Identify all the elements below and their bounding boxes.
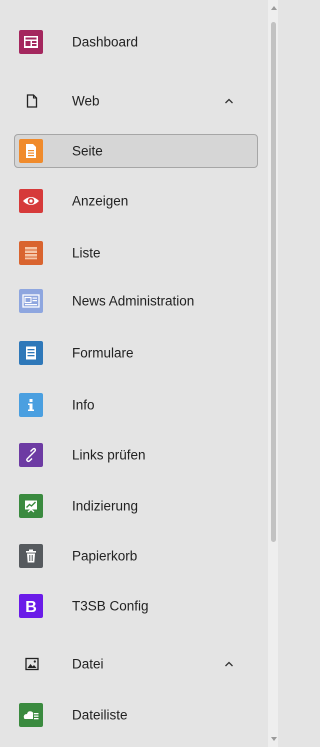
menu-item-news[interactable]: News Administration — [14, 284, 258, 318]
menu-item-label: Liste — [72, 245, 101, 261]
bootstrap-icon: B — [19, 594, 43, 618]
menu-item-seite[interactable]: Seite — [14, 134, 258, 168]
svg-text:B: B — [25, 599, 37, 615]
link-icon — [19, 443, 43, 467]
list-icon — [19, 241, 43, 265]
chart-icon — [19, 494, 43, 518]
chevron-up-icon[interactable] — [222, 657, 236, 671]
menu-item-label: Info — [72, 397, 95, 413]
scroll-down-arrow-icon[interactable] — [271, 737, 277, 741]
page-outline-icon — [26, 94, 38, 108]
menu-item-info[interactable]: Info — [14, 388, 258, 422]
menu-item-label: T3SB Config — [72, 598, 149, 614]
eye-icon — [19, 189, 43, 213]
menu-item-dateiliste[interactable]: Dateiliste — [14, 698, 258, 732]
menu-item-label: Formulare — [72, 345, 134, 361]
cloud-files-icon — [19, 703, 43, 727]
news-icon — [19, 289, 43, 313]
chevron-up-icon[interactable] — [222, 94, 236, 108]
image-icon — [25, 657, 39, 671]
menu-group-datei[interactable]: Datei — [14, 647, 258, 681]
menu-item-papierkorb[interactable]: Papierkorb — [14, 539, 258, 573]
menu-group-label: Web — [72, 93, 100, 109]
page-icon — [19, 139, 43, 163]
trash-icon — [19, 544, 43, 568]
menu-item-liste[interactable]: Liste — [14, 236, 258, 270]
menu-item-label: Seite — [72, 143, 103, 159]
menu-item-label: Anzeigen — [72, 193, 129, 209]
menu-group-label: Datei — [72, 656, 104, 672]
menu-item-anzeigen[interactable]: Anzeigen — [14, 184, 258, 218]
menu-item-label: Dateiliste — [72, 707, 128, 723]
scrollbar-thumb[interactable] — [271, 22, 276, 542]
menu-item-label: Papierkorb — [72, 548, 138, 564]
menu-item-label: News Administration — [72, 293, 195, 309]
form-icon — [19, 341, 43, 365]
menu-group-web[interactable]: Web — [14, 84, 258, 118]
menu-item-formulare[interactable]: Formulare — [14, 336, 258, 370]
menu-item-indizierung[interactable]: Indizierung — [14, 489, 258, 523]
menu-item-links[interactable]: Links prüfen — [14, 438, 258, 472]
menu-item-t3sb-config[interactable]: B T3SB Config — [14, 589, 258, 623]
menu-item-dashboard[interactable]: Dashboard — [14, 25, 258, 59]
scroll-up-arrow-icon[interactable] — [271, 6, 277, 10]
menu-item-label: Links prüfen — [72, 447, 146, 463]
menu-item-label: Dashboard — [72, 34, 139, 50]
dashboard-icon — [19, 30, 43, 54]
menu-item-label: Indizierung — [72, 498, 139, 514]
info-icon — [19, 393, 43, 417]
scrollbar[interactable] — [268, 0, 278, 747]
